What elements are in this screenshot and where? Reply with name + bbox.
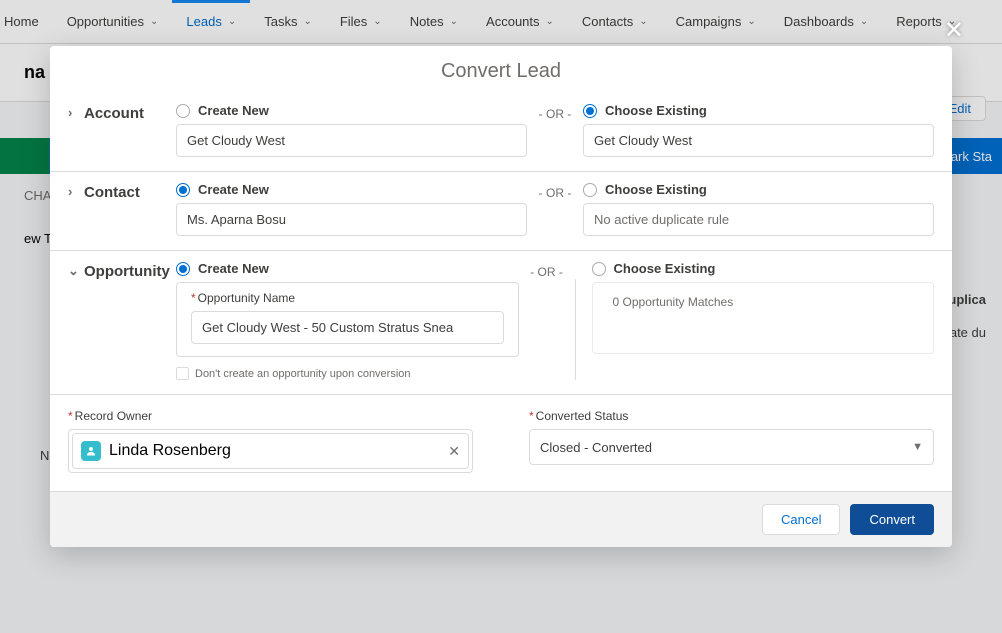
cancel-button[interactable]: Cancel bbox=[762, 504, 840, 535]
contact-choose-input[interactable]: No active duplicate rule bbox=[583, 203, 934, 236]
convert-button[interactable]: Convert bbox=[850, 504, 934, 535]
account-choose-input[interactable] bbox=[583, 124, 934, 157]
close-icon[interactable]: ✕ bbox=[944, 16, 964, 45]
converted-status-select[interactable]: Closed - Converted ▼ bbox=[529, 429, 934, 465]
opportunity-section: ⌄ Opportunity Create New *Opportunity Na… bbox=[50, 250, 952, 394]
radio-icon bbox=[583, 183, 597, 197]
convert-lead-modal: ✕ Convert Lead › Account Create New - OR… bbox=[50, 46, 952, 547]
contact-choose-existing-radio[interactable]: Choose Existing bbox=[583, 182, 934, 197]
opportunity-label[interactable]: ⌄ Opportunity bbox=[68, 261, 176, 280]
dont-create-opp-checkbox[interactable]: Don't create an opportunity upon convers… bbox=[176, 367, 519, 380]
or-separator: - OR - bbox=[519, 261, 575, 380]
contact-create-new-radio[interactable]: Create New bbox=[176, 182, 527, 197]
opportunity-name-input[interactable] bbox=[191, 311, 504, 344]
record-owner-label: *Record Owner bbox=[68, 409, 473, 423]
contact-label[interactable]: › Contact bbox=[68, 182, 176, 236]
opp-choose-existing-radio[interactable]: Choose Existing bbox=[592, 261, 935, 276]
account-label[interactable]: › Account bbox=[68, 103, 176, 157]
account-section: › Account Create New - OR - Choose Exist… bbox=[50, 93, 952, 171]
lower-fields: *Record Owner Linda Rosenberg ✕ *Convert… bbox=[50, 394, 952, 491]
radio-icon bbox=[583, 104, 597, 118]
checkbox-icon bbox=[176, 367, 189, 380]
or-separator: - OR - bbox=[527, 103, 583, 157]
contact-create-input[interactable] bbox=[176, 203, 527, 236]
opp-matches-box: 0 Opportunity Matches bbox=[592, 282, 935, 354]
record-owner-name: Linda Rosenberg bbox=[109, 442, 231, 460]
account-create-new-radio[interactable]: Create New bbox=[176, 103, 527, 118]
modal-title: Convert Lead bbox=[50, 46, 952, 93]
clear-owner-icon[interactable]: ✕ bbox=[448, 443, 460, 460]
modal-footer: Cancel Convert bbox=[50, 491, 952, 547]
radio-icon bbox=[176, 262, 190, 276]
chevron-down-icon: ▼ bbox=[912, 441, 923, 453]
chevron-right-icon[interactable]: › bbox=[68, 105, 84, 120]
radio-icon bbox=[176, 104, 190, 118]
chevron-down-icon[interactable]: ⌄ bbox=[68, 263, 84, 279]
opp-create-new-radio[interactable]: Create New bbox=[176, 261, 519, 276]
record-owner-pill[interactable]: Linda Rosenberg ✕ bbox=[72, 433, 469, 469]
radio-icon bbox=[592, 262, 606, 276]
contact-section: › Contact Create New - OR - Choose Exist… bbox=[50, 171, 952, 250]
radio-icon bbox=[176, 183, 190, 197]
account-create-input[interactable] bbox=[176, 124, 527, 157]
chevron-right-icon[interactable]: › bbox=[68, 184, 84, 199]
or-separator: - OR - bbox=[527, 182, 583, 236]
avatar-icon bbox=[81, 441, 101, 461]
opp-create-box: *Opportunity Name bbox=[176, 282, 519, 357]
converted-status-label: *Converted Status bbox=[529, 409, 934, 423]
account-choose-existing-radio[interactable]: Choose Existing bbox=[583, 103, 934, 118]
opp-matches-count: 0 Opportunity Matches bbox=[607, 291, 920, 313]
